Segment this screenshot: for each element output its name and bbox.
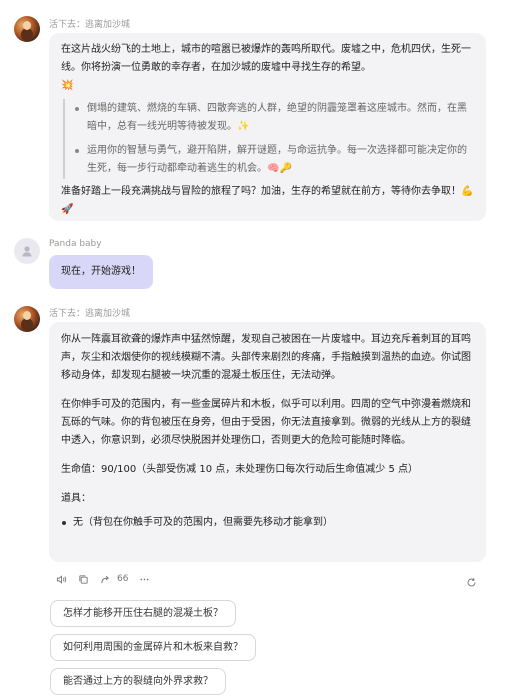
more-icon[interactable]: [138, 573, 150, 585]
intro-text: 在这片战火纷飞的土地上，城市的喧嚣已被爆炸的轰鸣所取代。废墟之中，危机四伏，生死…: [61, 44, 471, 73]
suggestion-button[interactable]: 如何利用周围的金属碎片和木板来自救？: [50, 634, 256, 661]
closing-text: 准备好踏上一段充满挑战与冒险的旅程了吗？加油，生存的希望就在前方，等待你去争取！: [61, 186, 461, 197]
health-status: 生命值：90/100（头部受伤减 10 点，未处理伤口每次行动后生命值减少 5 …: [61, 464, 418, 475]
message-action-bar: 66: [55, 573, 150, 585]
user-sender-name: Panda baby: [49, 239, 102, 249]
list-item: 无（背包在你触手可及的范围内，但需要先移动才能拿到）: [61, 514, 474, 532]
suggestion-button[interactable]: 能否通过上方的裂缝向外界求救？: [50, 668, 226, 695]
speaker-icon[interactable]: [55, 573, 67, 585]
explosion-emoji: 💥: [61, 80, 74, 91]
quote-item-text: 倒塌的建筑、燃烧的车辆、四散奔逃的人群，绝望的阴霾笼罩着这座城市。然而，在黑暗中…: [87, 103, 467, 132]
like-count[interactable]: 66: [117, 574, 128, 584]
sparkle-emoji: ✨: [237, 121, 250, 132]
scene-paragraph: 你从一阵震耳欲聋的爆炸声中猛然惊醒，发现自己被困在一片废墟中。耳边充斥着刺耳的耳…: [61, 334, 471, 381]
bot-message-intro: 在这片战火纷飞的土地上，城市的喧嚣已被爆炸的轰鸣所取代。废墟之中，危机四伏，生死…: [49, 33, 486, 221]
quote-item: 倒塌的建筑、燃烧的车辆、四散奔逃的人群，绝望的阴霾笼罩着这座城市。然而，在黑暗中…: [75, 100, 474, 136]
suggestion-button[interactable]: 怎样才能移开压住右腿的混凝土板？: [50, 600, 236, 627]
bot-avatar[interactable]: [14, 306, 40, 332]
bot-message-scene: 你从一阵震耳欲聋的爆炸声中猛然惊醒，发现自己被困在一片废墟中。耳边充斥着刺耳的耳…: [49, 322, 486, 562]
items-heading: 道具：: [61, 493, 91, 504]
user-message: 现在，开始游戏！: [49, 255, 153, 289]
bot-sender-name: 活下去：逃离加沙城: [49, 20, 131, 30]
intro-paragraph: 在这片战火纷飞的土地上，城市的喧嚣已被爆炸的轰鸣所取代。废墟之中，危机四伏，生死…: [61, 41, 474, 95]
bot-avatar[interactable]: [14, 16, 40, 42]
share-icon[interactable]: [99, 573, 111, 585]
scene-paragraph: 在你伸手可及的范围内，有一些金属碎片和木板，似乎可以利用。四周的空气中弥漫着燃烧…: [61, 399, 471, 446]
blockquote: 倒塌的建筑、燃烧的车辆、四散奔逃的人群，绝望的阴霾笼罩着这座城市。然而，在黑暗中…: [63, 99, 474, 179]
user-avatar[interactable]: [14, 238, 40, 264]
chat-page: 活下去：逃离加沙城 在这片战火纷飞的土地上，城市的喧嚣已被爆炸的轰鸣所取代。废墟…: [0, 0, 527, 696]
brain-key-emoji: 🧠🔑: [267, 163, 292, 174]
items-list: 无（背包在你触手可及的范围内，但需要先移动才能拿到）: [61, 514, 474, 532]
copy-icon[interactable]: [77, 573, 89, 585]
quote-item: 运用你的智慧与勇气，避开陷阱，解开谜题，与命运抗争。每一次选择都可能决定你的生死…: [75, 142, 474, 178]
refresh-icon[interactable]: [466, 573, 478, 587]
bot-sender-name: 活下去：逃离加沙城: [49, 309, 131, 319]
closing-paragraph: 准备好踏上一段充满挑战与冒险的旅程了吗？加油，生存的希望就在前方，等待你去争取！…: [61, 183, 474, 219]
user-icon: [22, 246, 32, 257]
